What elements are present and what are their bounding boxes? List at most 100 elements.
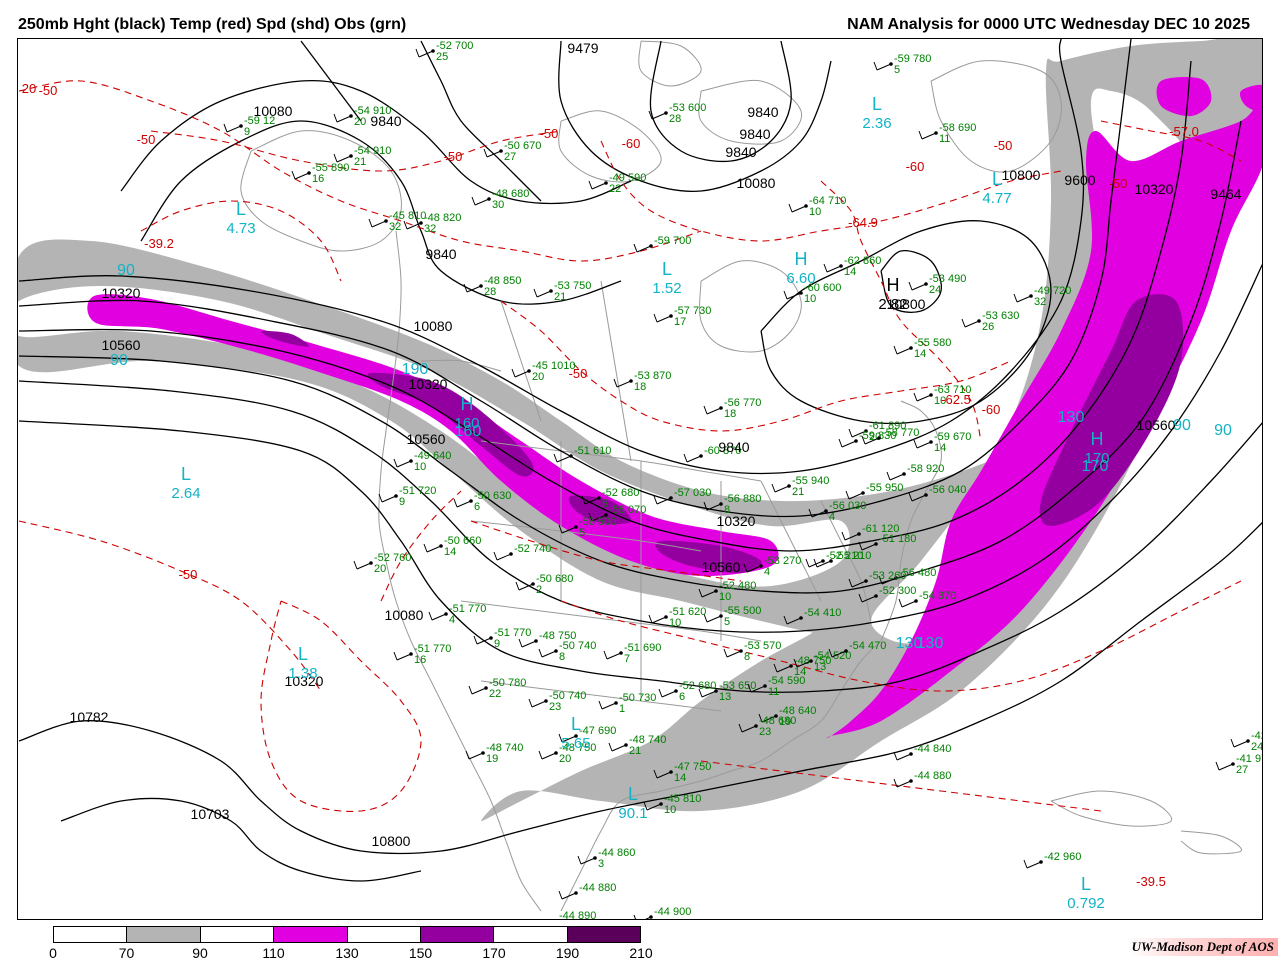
wind-barb-flag	[908, 281, 913, 291]
obs-height: 770	[743, 397, 761, 409]
station-observation: -48 85028	[463, 275, 521, 298]
obs-temperature: -54	[804, 607, 820, 619]
obs-height: 180	[898, 533, 916, 545]
pressure-center-letter: H	[795, 249, 808, 269]
obs-height: 740	[568, 690, 586, 702]
wind-barb	[514, 370, 530, 378]
height-label: 9840	[370, 113, 401, 129]
wind-barb	[476, 637, 492, 645]
obs-height: 740	[648, 734, 666, 746]
height-label: 9600	[1064, 172, 1095, 188]
obs-height: 680	[511, 188, 529, 200]
wind-barb	[686, 455, 702, 463]
station-observation: -64 71010	[788, 195, 846, 218]
wind-barb-flag	[333, 113, 338, 123]
obs-dewpoint-depression: 24	[1251, 741, 1262, 753]
obs-height: 740	[533, 543, 551, 555]
obs-dewpoint-depression: 9	[494, 638, 500, 650]
obs-dewpoint-depression: 5	[602, 498, 608, 510]
obs-dewpoint-depression: 14	[914, 348, 926, 360]
obs-dewpoint-depression: 18	[724, 408, 736, 420]
obs-dewpoint-depression: 17	[674, 316, 686, 328]
obs-height: 770	[433, 643, 451, 655]
obs-height: 870	[653, 370, 671, 382]
station-observation: -49 64010	[393, 450, 451, 473]
obs-dewpoint-depression: 30	[492, 199, 504, 211]
pressure-center-value: 2.64	[171, 485, 200, 502]
obs-height: 570	[763, 640, 781, 652]
station-observation: -44 890	[539, 910, 596, 919]
height-label: 10080	[737, 175, 776, 191]
obs-dewpoint-depression: 13	[719, 691, 731, 703]
station-observation: -51 77016	[393, 643, 451, 666]
station-observation: -44 880	[893, 770, 951, 788]
temperature-label: -50	[39, 83, 58, 98]
obs-height: 610	[593, 445, 611, 457]
obs-dewpoint-depression: 21	[629, 745, 641, 757]
height-label: 9840	[747, 104, 778, 120]
obs-dewpoint-depression: 7	[624, 653, 630, 665]
wind-barb	[896, 347, 912, 355]
temperature-label: -39.2	[144, 236, 174, 251]
station-observation: -53 75021	[533, 280, 591, 303]
wind-barb-flag	[453, 498, 458, 508]
pressure-center-letter: H	[1091, 429, 1104, 449]
wind-barb	[1026, 861, 1042, 869]
wind-barb	[911, 283, 927, 291]
station-observation: -50 78022	[468, 677, 526, 700]
wind-barb-flag	[223, 123, 228, 133]
wind-barb	[541, 650, 557, 658]
obs-height: 670	[953, 431, 971, 443]
obs-height: 640	[798, 705, 816, 717]
wind-barb-flag	[493, 551, 498, 561]
wind-barb	[606, 652, 622, 660]
station-observation: -58 920	[886, 463, 944, 481]
legend-tick-label: 210	[629, 945, 653, 961]
wind-barb-flag	[633, 914, 637, 919]
obs-dewpoint-depression: 6	[474, 501, 480, 513]
pressure-center-value: 5.65	[561, 735, 590, 752]
obs-dewpoint-depression: 21	[792, 486, 804, 498]
wind-barb	[1218, 763, 1234, 771]
station-observation: -48 74019	[465, 742, 523, 765]
obs-dewpoint-depression: 14	[794, 666, 806, 678]
station-observation: -58 69011	[918, 122, 976, 145]
pressure-center-value: 160	[454, 415, 479, 432]
height-label: 10320	[102, 285, 141, 301]
legend-tick-label: 130	[335, 945, 359, 961]
station-observation: -59 7805	[873, 53, 931, 76]
obs-height: 810	[683, 793, 701, 805]
temperature-label: 20	[22, 81, 36, 96]
obs-height: 030	[848, 500, 866, 512]
wind-barb-flag	[788, 203, 793, 213]
temperature-label: -60	[622, 136, 641, 151]
wind-barb-flag	[291, 170, 296, 180]
obs-height: 690	[598, 725, 616, 737]
wind-barb-flag	[333, 153, 338, 163]
wind-barb-flag	[415, 48, 420, 58]
pressure-center-letter: L	[298, 644, 308, 664]
wind-barb-flag	[538, 750, 543, 760]
speed-label: 130	[1058, 409, 1085, 426]
height-label: 10560	[702, 559, 741, 575]
obs-dewpoint-depression: 20	[374, 563, 386, 575]
credit-label: UW-Madison Dept of AOS	[1127, 938, 1278, 956]
temperature-contour	[260, 600, 422, 812]
station-observation: -44 880	[558, 882, 616, 900]
legend-tick-label: 110	[262, 945, 285, 961]
station-observation: -44 900	[633, 906, 691, 919]
obs-dewpoint-depression: 16	[414, 654, 426, 666]
wind-barb-flag	[403, 220, 408, 230]
legend-swatch	[420, 927, 495, 942]
obs-height: 730	[693, 305, 711, 317]
obs-height: 370	[938, 590, 956, 602]
wind-barb-flag	[653, 313, 658, 323]
obs-dewpoint-depression: 10	[719, 591, 731, 603]
height-contour	[420, 40, 542, 202]
wind-barb	[706, 615, 722, 623]
wind-barb-flag	[393, 458, 398, 468]
obs-height: 890	[331, 162, 349, 174]
wind-barb	[336, 115, 352, 123]
obs-dewpoint-depression: 10	[669, 617, 681, 629]
wind-barb	[226, 125, 242, 133]
